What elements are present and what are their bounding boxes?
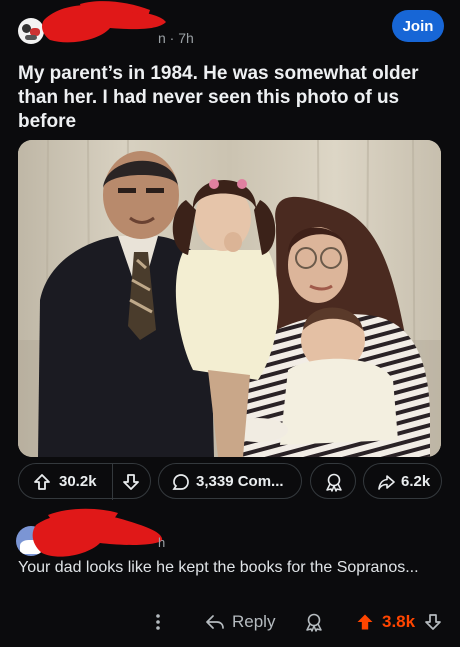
vote-pill: 30.2k [18,463,151,500]
comment-vote-count: 3.8k [382,612,416,631]
comment-actions: Reply 3.8k [0,606,460,638]
comment-time: h [158,535,166,550]
comments-button[interactable]: 3,339 Com... [158,463,302,499]
reply-button[interactable]: Reply [206,606,275,638]
username-redaction [42,1,166,43]
downvote-icon[interactable] [122,473,140,491]
post-actions: 30.2k 3,339 Com... 6.2k [18,463,442,500]
award-icon [324,472,344,492]
comment-award-icon[interactable] [304,606,324,638]
vote-divider [112,464,113,500]
post-meta: n · 7h [158,30,194,46]
share-count: 6.2k [401,473,431,490]
comment-downvote-icon[interactable] [424,606,442,638]
comment-count: 3,339 Com... [196,473,284,490]
share-button[interactable]: 6.2k [363,463,442,499]
commenter-redaction [32,508,163,557]
post-image[interactable] [18,140,441,457]
comment-icon [172,473,190,491]
post-title[interactable]: My parent’s in 1984. He was somewhat old… [18,62,438,134]
share-icon [377,473,395,491]
comment: h Your dad looks like he kept the books … [0,505,460,647]
upvote-count: 30.2k [59,473,97,490]
comment-upvote-icon[interactable] [356,606,374,638]
upvote-icon[interactable] [33,473,51,491]
award-button[interactable] [310,463,356,499]
join-button[interactable]: Join [392,10,444,42]
post-header: n · 7h Join [0,0,460,58]
reply-icon [206,614,224,630]
family-photo [18,140,441,457]
comment-body: Your dad looks like he kept the books fo… [18,559,419,576]
more-options-icon[interactable] [155,606,161,638]
reply-label: Reply [232,612,276,631]
